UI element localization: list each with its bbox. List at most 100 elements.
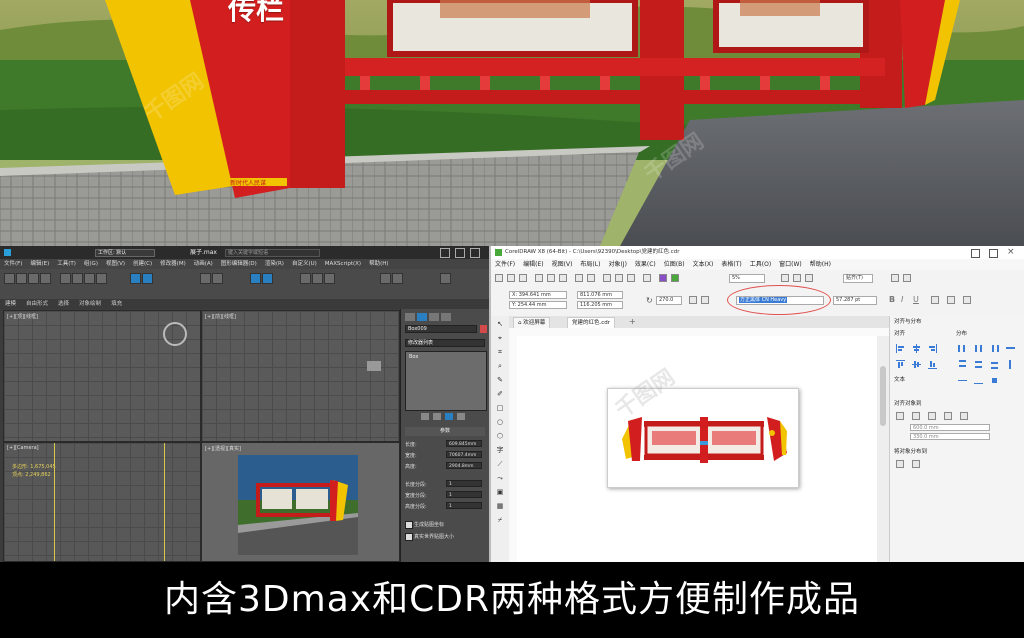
angle-snap-icon[interactable]: [142, 273, 153, 284]
mirror-horizontal-icon[interactable]: [689, 296, 697, 304]
viewport-label[interactable]: [+][顶][线框]: [7, 313, 38, 320]
render-frame-icon[interactable]: [324, 273, 335, 284]
bold-icon[interactable]: B: [889, 295, 895, 304]
pin-stack-icon[interactable]: [421, 413, 429, 420]
move-icon[interactable]: [72, 273, 83, 284]
ellipse-tool-icon[interactable]: ○: [495, 418, 505, 427]
material-editor-icon[interactable]: [300, 273, 311, 284]
param-width-field[interactable]: 70607.4mm: [446, 451, 482, 458]
polygon-tool-icon[interactable]: ⬡: [495, 432, 505, 441]
param-width-segs-field[interactable]: 1: [446, 491, 482, 498]
text-last-line-icon[interactable]: [974, 376, 983, 385]
viewport-front[interactable]: [+][前][线框]: [201, 310, 400, 442]
create-tab-icon[interactable]: [405, 313, 415, 321]
font-size-field[interactable]: 57.287 pt: [833, 296, 877, 305]
paste-icon[interactable]: [559, 274, 567, 282]
save-icon[interactable]: [519, 274, 527, 282]
copy-icon[interactable]: [547, 274, 555, 282]
connector-tool-icon[interactable]: ⤳: [495, 474, 505, 483]
pick-tool-icon[interactable]: ↖: [495, 320, 505, 329]
align-to-page-edge-icon[interactable]: [912, 412, 920, 420]
help-icon[interactable]: [440, 273, 451, 284]
maximize-icon[interactable]: [989, 249, 998, 258]
viewport-camera[interactable]: [+][Camera] 多边形: 1,675,045 顶点: 2,249,862: [3, 442, 201, 562]
app-launcher-icon[interactable]: [671, 274, 679, 282]
zoom-level-dropdown[interactable]: 5%: [729, 274, 765, 283]
param-height-segs-field[interactable]: 1: [446, 502, 482, 509]
x-position-field[interactable]: X: 394.641 mm: [509, 291, 567, 299]
rulers-icon[interactable]: [793, 274, 801, 282]
corel-connect-icon[interactable]: [659, 274, 667, 282]
open-icon[interactable]: [507, 274, 515, 282]
cut-icon[interactable]: [535, 274, 543, 282]
align-center-v-icon[interactable]: [912, 360, 921, 369]
bullet-list-icon[interactable]: [947, 296, 955, 304]
make-unique-icon[interactable]: [445, 413, 453, 420]
crop-tool-icon[interactable]: ⌗: [495, 348, 505, 357]
distribute-spacing-v-icon[interactable]: [1006, 360, 1015, 369]
align-right-icon[interactable]: [928, 344, 937, 353]
curve-editor-icon[interactable]: [262, 273, 273, 284]
ribbon-tab-populate[interactable]: 填充: [106, 299, 127, 309]
mirror-icon[interactable]: [200, 273, 211, 284]
align-left-icon[interactable]: [896, 344, 905, 353]
teapot-icon[interactable]: [392, 273, 403, 284]
render-setup-icon[interactable]: [312, 273, 323, 284]
distribute-center-h-icon[interactable]: [974, 344, 983, 353]
align-to-grid-icon[interactable]: [944, 412, 952, 420]
param-length-segs-field[interactable]: 1: [446, 480, 482, 487]
redo-icon[interactable]: [587, 274, 595, 282]
menu-effects[interactable]: 效果(C): [631, 259, 660, 270]
pdf-icon[interactable]: [643, 274, 651, 282]
param-height-field[interactable]: 2904.8mm: [446, 462, 482, 469]
search-icon[interactable]: [603, 274, 611, 282]
snap-icon[interactable]: [130, 273, 141, 284]
menu-modifiers[interactable]: 修改器(M): [156, 259, 190, 269]
real-world-checkbox[interactable]: [405, 533, 413, 541]
unlink-icon[interactable]: [40, 273, 51, 284]
minimize-icon[interactable]: [440, 248, 450, 258]
distribute-right-icon[interactable]: [990, 344, 999, 353]
param-length-field[interactable]: 609.845mm: [446, 440, 482, 447]
viewport-perspective[interactable]: [+][透视][真实]: [201, 442, 400, 562]
menu-layout[interactable]: 布局(L): [576, 259, 604, 270]
object-color-swatch[interactable]: [480, 325, 487, 333]
undo-icon[interactable]: [575, 274, 583, 282]
viewport-label[interactable]: [+][透视][真实]: [205, 445, 241, 452]
underline-icon[interactable]: U: [913, 295, 919, 304]
scrollbar-thumb[interactable]: [880, 366, 886, 426]
export-icon[interactable]: [627, 274, 635, 282]
new-document-icon[interactable]: [495, 274, 503, 282]
mirror-vertical-icon[interactable]: [701, 296, 709, 304]
menu-file[interactable]: 文件(F): [0, 259, 26, 269]
menu-maxscript[interactable]: MAXScript(X): [321, 259, 365, 269]
menu-help[interactable]: 帮助(H): [806, 259, 835, 270]
align-to-point-icon[interactable]: [960, 412, 968, 420]
modify-tab-icon[interactable]: [417, 313, 427, 321]
show-end-result-icon[interactable]: [433, 413, 441, 420]
link-icon[interactable]: [28, 273, 39, 284]
params-rollout-header[interactable]: 参数: [405, 427, 485, 436]
menu-help[interactable]: 帮助(H): [365, 259, 392, 269]
ribbon-tab-selection[interactable]: 选择: [53, 299, 74, 309]
launch-icon[interactable]: [903, 274, 911, 282]
menu-bitmaps[interactable]: 位图(B): [660, 259, 689, 270]
search-input[interactable]: 键入关键字或短语: [225, 249, 320, 257]
zoom-tool-icon[interactable]: ⌕: [495, 362, 505, 371]
distribute-top-icon[interactable]: [958, 360, 967, 369]
width-field[interactable]: 811.076 mm: [577, 291, 623, 299]
columns-icon[interactable]: [963, 296, 971, 304]
distribute-left-icon[interactable]: [958, 344, 967, 353]
remove-modifier-icon[interactable]: [457, 413, 465, 420]
maximize-icon[interactable]: [455, 248, 465, 258]
hierarchy-tab-icon[interactable]: [429, 313, 439, 321]
point-y-field[interactable]: 330.0 mm: [910, 433, 990, 440]
menu-tools[interactable]: 工具(T): [53, 259, 80, 269]
menu-window[interactable]: 窗口(W): [775, 259, 806, 270]
menu-group[interactable]: 组(G): [80, 259, 102, 269]
add-tab-icon[interactable]: +: [629, 317, 636, 326]
align-to-page-center-icon[interactable]: [928, 412, 936, 420]
rotation-angle-field[interactable]: 270.0: [656, 296, 682, 305]
menu-table[interactable]: 表格(T): [717, 259, 745, 270]
snap-to-dropdown[interactable]: 贴齐(T): [843, 274, 873, 283]
